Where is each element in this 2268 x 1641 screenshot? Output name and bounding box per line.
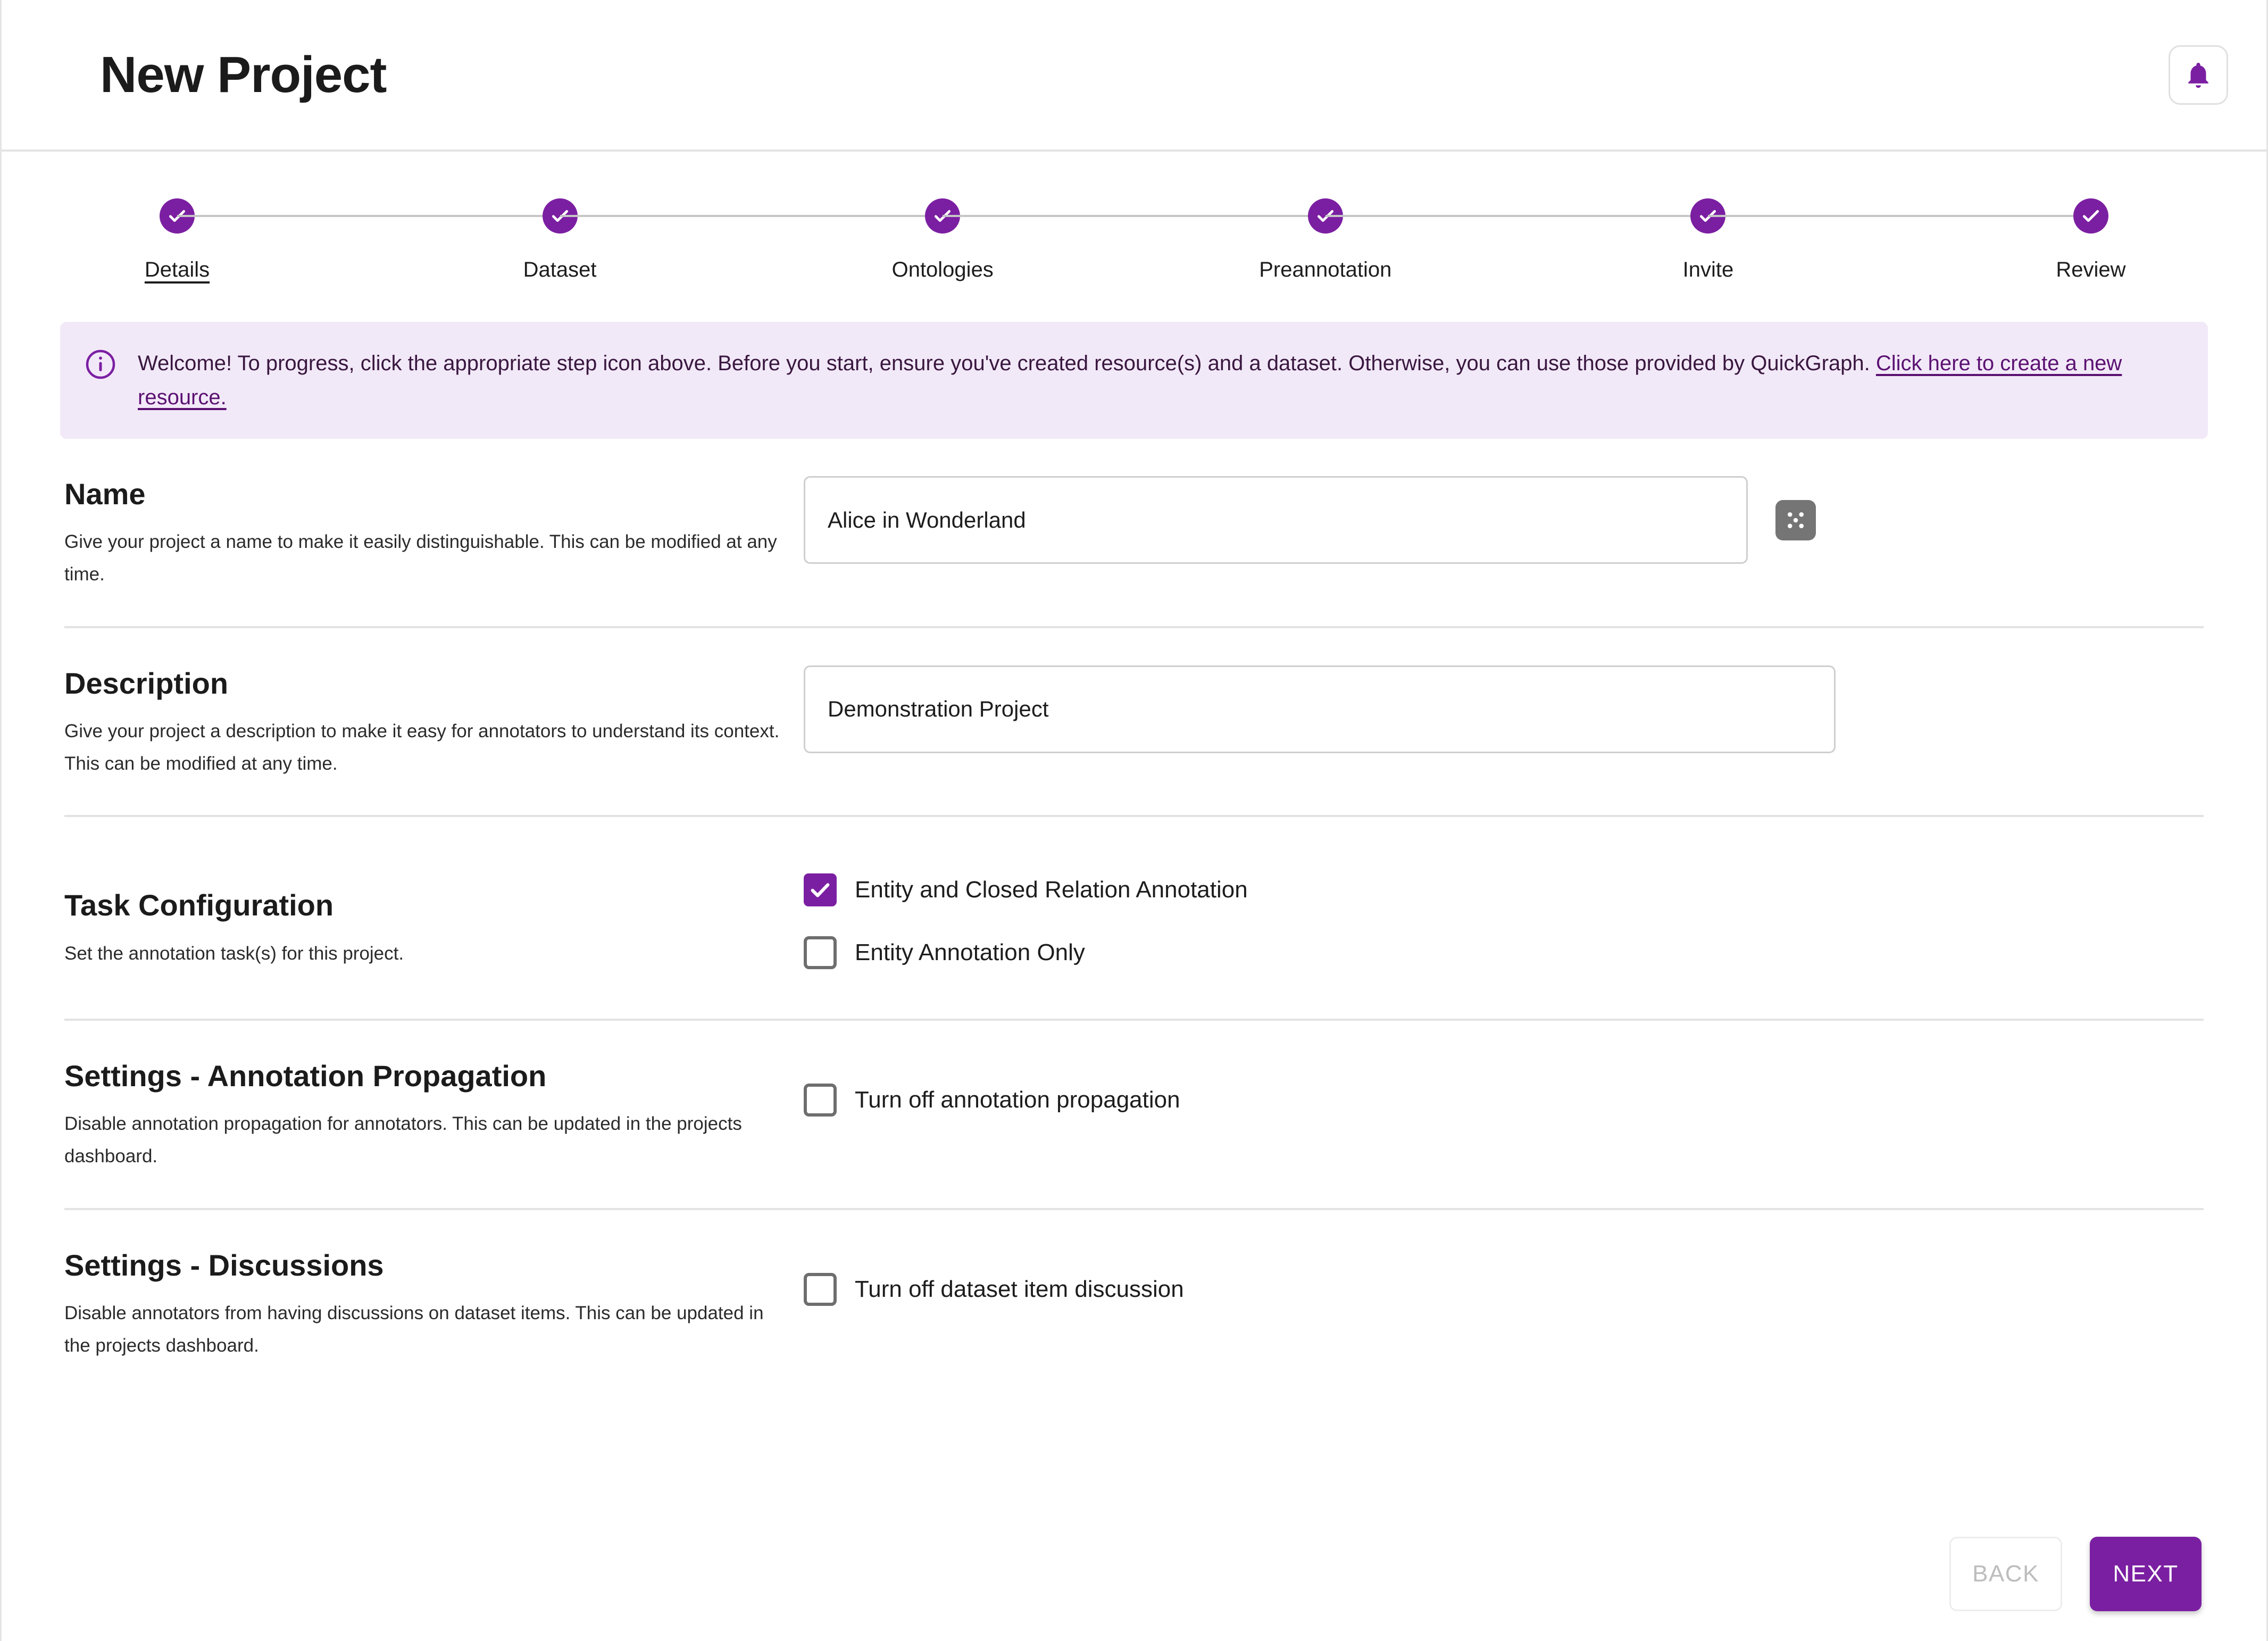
- section-task-controls: Entity and Closed Relation Annotation En…: [804, 866, 2204, 969]
- banner-message: Welcome! To progress, click the appropri…: [138, 352, 1876, 375]
- task-option-entity-closed-relation[interactable]: Entity and Closed Relation Annotation: [804, 873, 2204, 906]
- discussion-option-label: Turn off dataset item discussion: [855, 1276, 1184, 1303]
- page-title: New Project: [100, 49, 387, 101]
- stepper-label-invite[interactable]: Invite: [1683, 258, 1734, 282]
- project-stepper: Details Dataset Ontologies: [2, 198, 2266, 282]
- step-complete-icon[interactable]: [2073, 198, 2108, 234]
- stepper-label-details[interactable]: Details: [145, 258, 210, 282]
- section-description-controls: Demonstration Project: [804, 665, 2204, 753]
- info-circle-icon: [85, 348, 116, 380]
- wizard-footer: BACK NEXT: [1949, 1537, 2202, 1611]
- stepper-connector: [1325, 215, 1708, 217]
- stepper-connector: [943, 215, 1325, 217]
- stepper-label-preannotation[interactable]: Preannotation: [1259, 258, 1391, 282]
- section-description-description: Give your project a description to make …: [64, 715, 782, 780]
- dice-icon: [1775, 500, 1816, 540]
- stepper-connector: [177, 215, 560, 217]
- section-description-info: Description Give your project a descript…: [64, 665, 804, 780]
- section-propagation-title: Settings - Annotation Propagation: [64, 1058, 782, 1094]
- section-name-title: Name: [64, 476, 782, 512]
- propagation-option-list: Turn off annotation propagation: [804, 1076, 2204, 1117]
- section-task-info: Task Configuration Set the annotation ta…: [64, 866, 804, 969]
- name-input-row: Alice in Wonderland: [804, 476, 2204, 564]
- section-name: Name Give your project a name to make it…: [64, 439, 2204, 628]
- randomize-name-button[interactable]: [1775, 500, 1816, 540]
- stepper-label-review[interactable]: Review: [2056, 258, 2125, 282]
- section-task-configuration: Task Configuration Set the annotation ta…: [64, 817, 2204, 1020]
- banner-text: Welcome! To progress, click the appropri…: [138, 346, 2178, 414]
- option-turn-off-annotation-propagation[interactable]: Turn off annotation propagation: [804, 1084, 2204, 1117]
- project-description-input[interactable]: Demonstration Project: [804, 665, 1836, 753]
- app-header: New Project: [2, 0, 2266, 152]
- stepper-label-ontologies[interactable]: Ontologies: [892, 258, 994, 282]
- stepper-container: Details Dataset Ontologies: [2, 152, 2266, 282]
- bell-icon: [2183, 60, 2214, 90]
- project-name-input[interactable]: Alice in Wonderland: [804, 476, 1748, 564]
- stepper-connector: [1708, 215, 2091, 217]
- section-name-info: Name Give your project a name to make it…: [64, 476, 804, 591]
- option-turn-off-dataset-item-discussion[interactable]: Turn off dataset item discussion: [804, 1273, 2204, 1306]
- discussion-option-list: Turn off dataset item discussion: [804, 1265, 2204, 1306]
- stepper-label-dataset[interactable]: Dataset: [523, 258, 597, 282]
- section-task-title: Task Configuration: [64, 887, 782, 923]
- checkbox-unchecked-icon[interactable]: [804, 936, 837, 969]
- checkbox-unchecked-icon[interactable]: [804, 1084, 837, 1117]
- section-annotation-propagation: Settings - Annotation Propagation Disabl…: [64, 1021, 2204, 1210]
- propagation-option-label: Turn off annotation propagation: [855, 1087, 1180, 1113]
- section-name-controls: Alice in Wonderland: [804, 476, 2204, 564]
- stepper-connector: [560, 215, 943, 217]
- task-option-label: Entity Annotation Only: [855, 939, 1085, 966]
- section-task-description: Set the annotation task(s) for this proj…: [64, 937, 782, 970]
- back-button[interactable]: BACK: [1949, 1537, 2062, 1611]
- section-discussions-controls: Turn off dataset item discussion: [804, 1247, 2204, 1306]
- section-propagation-controls: Turn off annotation propagation: [804, 1058, 2204, 1117]
- section-discussions-description: Disable annotators from having discussio…: [64, 1297, 782, 1362]
- next-button[interactable]: NEXT: [2090, 1537, 2202, 1611]
- checkbox-unchecked-icon[interactable]: [804, 1273, 837, 1306]
- notifications-button[interactable]: [2169, 45, 2228, 105]
- section-propagation-description: Disable annotation propagation for annot…: [64, 1107, 782, 1173]
- section-discussions-info: Settings - Discussions Disable annotator…: [64, 1247, 804, 1362]
- section-description: Description Give your project a descript…: [64, 628, 2204, 818]
- section-name-description: Give your project a name to make it easi…: [64, 526, 782, 591]
- checkbox-checked-icon[interactable]: [804, 873, 837, 906]
- task-option-entity-only[interactable]: Entity Annotation Only: [804, 936, 2204, 969]
- welcome-info-banner: Welcome! To progress, click the appropri…: [60, 322, 2208, 439]
- section-discussions-title: Settings - Discussions: [64, 1247, 782, 1283]
- task-option-label: Entity and Closed Relation Annotation: [855, 877, 1248, 903]
- section-discussions: Settings - Discussions Disable annotator…: [64, 1210, 2204, 1397]
- section-propagation-info: Settings - Annotation Propagation Disabl…: [64, 1058, 804, 1173]
- section-description-title: Description: [64, 665, 782, 701]
- app-page: New Project Details Dataset: [0, 0, 2268, 1641]
- task-option-list: Entity and Closed Relation Annotation En…: [804, 866, 2204, 969]
- project-form: Name Give your project a name to make it…: [2, 439, 2266, 1397]
